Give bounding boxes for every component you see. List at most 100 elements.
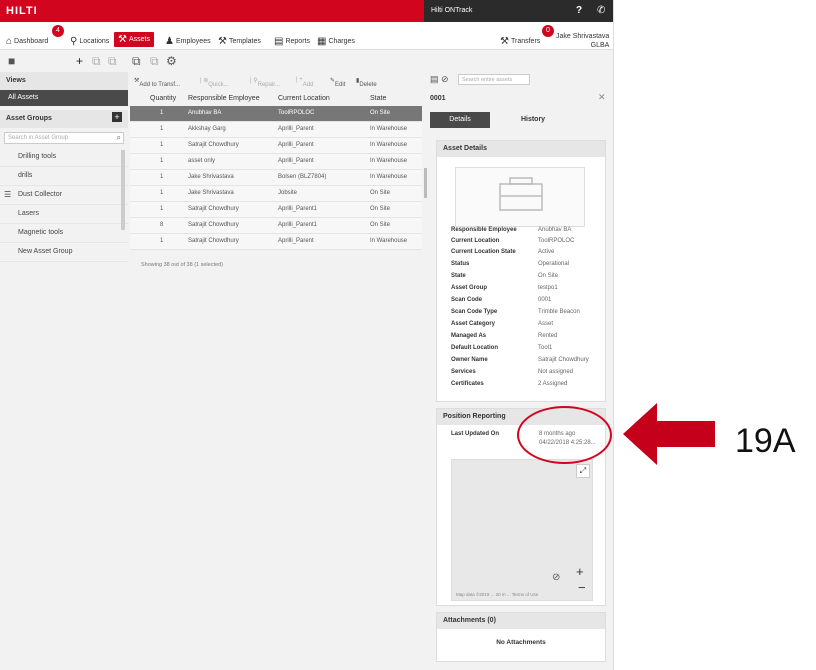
help-icon[interactable]: ? [576,5,582,16]
location-map[interactable]: ⤢ ⊘ + − Map data ©2019 ... 20 m ... Term… [451,459,593,601]
nav-reports[interactable]: ▤ Reports [274,36,310,47]
add-transfer-label: Add to Transf... [139,82,181,88]
delete-action[interactable]: ▮ Delete [356,77,377,88]
nav-assets[interactable]: ⚒ Assets [114,32,154,47]
attachments-panel: Attachments (0) No Attachments [436,612,606,662]
group-search-input[interactable]: Search in Asset Group ⌕ [4,132,124,144]
asset-search-input[interactable]: Search entire assets [458,74,530,85]
group-scrollbar[interactable] [121,150,125,230]
views-header: Views [0,72,128,90]
nav-charges[interactable]: ▦ Charges [317,36,355,47]
col-quantity[interactable]: Quantity [150,95,176,102]
cell-qty: 1 [160,142,164,148]
field-value: testpo1 [538,285,558,291]
table-row[interactable]: 1 Satrajit Chowdhury Aprilli_Parent In Ware… [130,138,422,154]
settings-icon[interactable]: ⚙ [166,54,177,68]
nav-locations[interactable]: ⚲ Locations [70,36,109,47]
add-group-button[interactable]: + [112,112,122,122]
cell-state: In Warehouse [370,126,408,132]
group-item[interactable]: Lasers [0,205,128,224]
move-icon[interactable]: ⧉ [108,54,117,69]
nav-employees-label: Employees [175,38,211,45]
table-row[interactable]: 1 Jake Shrivastava Jobsite On Site [130,186,422,202]
tab-history[interactable]: History [498,112,568,128]
table-row[interactable]: 1 asset only Aprilli_Parent In Warehouse [130,154,422,170]
nav-dashboard[interactable]: ⌂ Dashboard [6,36,48,47]
cell-location: Jobsite [278,190,298,196]
table-row[interactable]: 1 Satrajit Chowdhury Aprilli_Parent1 On Sit… [130,202,422,218]
account-name[interactable]: Hilti ONTrack [431,7,472,14]
hilti-logo[interactable]: HILTI [6,5,38,17]
location-icon: ⚲ [70,36,78,47]
dashboard-badge: 4 [52,25,64,37]
export-icon[interactable]: ▤ ⊘ [430,74,449,85]
close-icon[interactable]: ✕ [598,92,606,103]
cell-state: On Site [370,206,391,212]
col-employee[interactable]: Responsible Employee [188,95,260,102]
search-icon: ⌕ [116,133,121,142]
col-location[interactable]: Current Location [278,95,330,102]
cell-location: Aprilli_Parent [278,158,314,164]
table-row[interactable]: 1 Satrajit Chowdhury Aprilli_Parent In Ware… [130,234,422,250]
add-icon[interactable]: + [76,54,83,68]
transfer-tool-icon[interactable]: ⧉ [132,54,141,69]
nav-charges-label: Charges [328,38,355,45]
user-menu[interactable]: Jake Shrivastava GLBA [556,32,609,50]
asset-details-header: Asset Details [437,141,605,157]
nav-transfers[interactable]: ⚒ Transfers [500,36,540,47]
table-row[interactable]: 1 Anubhav BA ToolRPOLOC On Site [130,106,422,122]
field-value: Satrajit Chowdhury [538,357,589,363]
group-item[interactable]: ☰ Dust Collector [0,186,128,205]
table-scrollbar[interactable] [424,168,427,198]
view-all-assets[interactable]: All Assets [0,90,128,106]
cell-location: Aprilli_Parent1 [278,206,318,212]
action-bar: ⚒ Add to Transf... | ⊚ Quick... | ⚲ Repa… [130,72,422,90]
expand-icon[interactable]: ☰ [4,190,11,199]
nav-locations-label: Locations [79,38,110,45]
no-attachments: No Attachments [496,639,546,646]
group-item[interactable]: Drilling tools [0,148,128,167]
duplicate-icon[interactable]: ⧉ [150,54,159,69]
field-value: 2 Assigned [538,381,568,387]
add-action[interactable]: | + Add [296,77,313,88]
quick-action[interactable]: | ⊚ Quick... [200,77,229,88]
group-item[interactable]: New Asset Group [0,243,128,262]
field-label: Current Location State [451,249,516,255]
fullscreen-icon[interactable]: ⤢ [576,464,590,478]
edit-action[interactable]: ✎ Edit [330,77,345,88]
cell-qty: 1 [160,238,164,244]
group-item[interactable]: Magnetic tools [0,224,128,243]
nav-templates-label: Templates [228,38,261,45]
repair-action[interactable]: | ⚲ Repair... [250,77,280,88]
cell-employee: Jake Shrivastava [188,174,234,180]
nav-employees[interactable]: ♟ Employees [165,36,211,47]
add-transfer-action[interactable]: ⚒ Add to Transf... [134,77,180,88]
col-state[interactable]: State [370,95,386,102]
cell-state: On Site [370,190,391,196]
table-row[interactable]: 1 Akkshay Garg Aprilli_Parent In Warehouse [130,122,422,138]
phone-icon[interactable]: ✆ [597,5,605,16]
zoom-out-button[interactable]: − [578,580,586,595]
field-value: Not assigned [538,369,574,375]
cell-qty: 1 [160,126,164,132]
cell-employee: Akkshay Garg [188,126,226,132]
delete-label: Delete [359,82,377,88]
location-pin-icon[interactable]: ⊘ [552,572,560,583]
group-item[interactable]: drills [0,167,128,186]
repair-label: Repair... [257,82,280,88]
asset-groups-header: Asset Groups [0,110,128,128]
table-row[interactable]: 8 Satrajit Chowdhury Aprilli_Parent1 On Sit… [130,218,422,234]
zoom-in-button[interactable]: + [576,564,584,579]
nav-dashboard-label: Dashboard [14,38,49,45]
tab-details[interactable]: Details [430,112,490,128]
table-row[interactable]: 1 Jake Shrivastava Bolsen (BLZ7804) In Ware… [130,170,422,186]
callout-arrow-icon [623,403,715,465]
copy-icon[interactable]: ⧉ [92,54,101,69]
cell-qty: 1 [160,206,164,212]
asset-image [455,167,585,227]
collapse-icon[interactable]: ■ [8,54,15,68]
nav-templates[interactable]: ⚒ Templates [218,36,261,47]
cell-qty: 1 [160,190,164,196]
asset-toolbar: ■ + ⧉ ⧉ ⧉ ⧉ ⚙ [0,52,613,70]
field-label: Asset Group [451,285,488,291]
